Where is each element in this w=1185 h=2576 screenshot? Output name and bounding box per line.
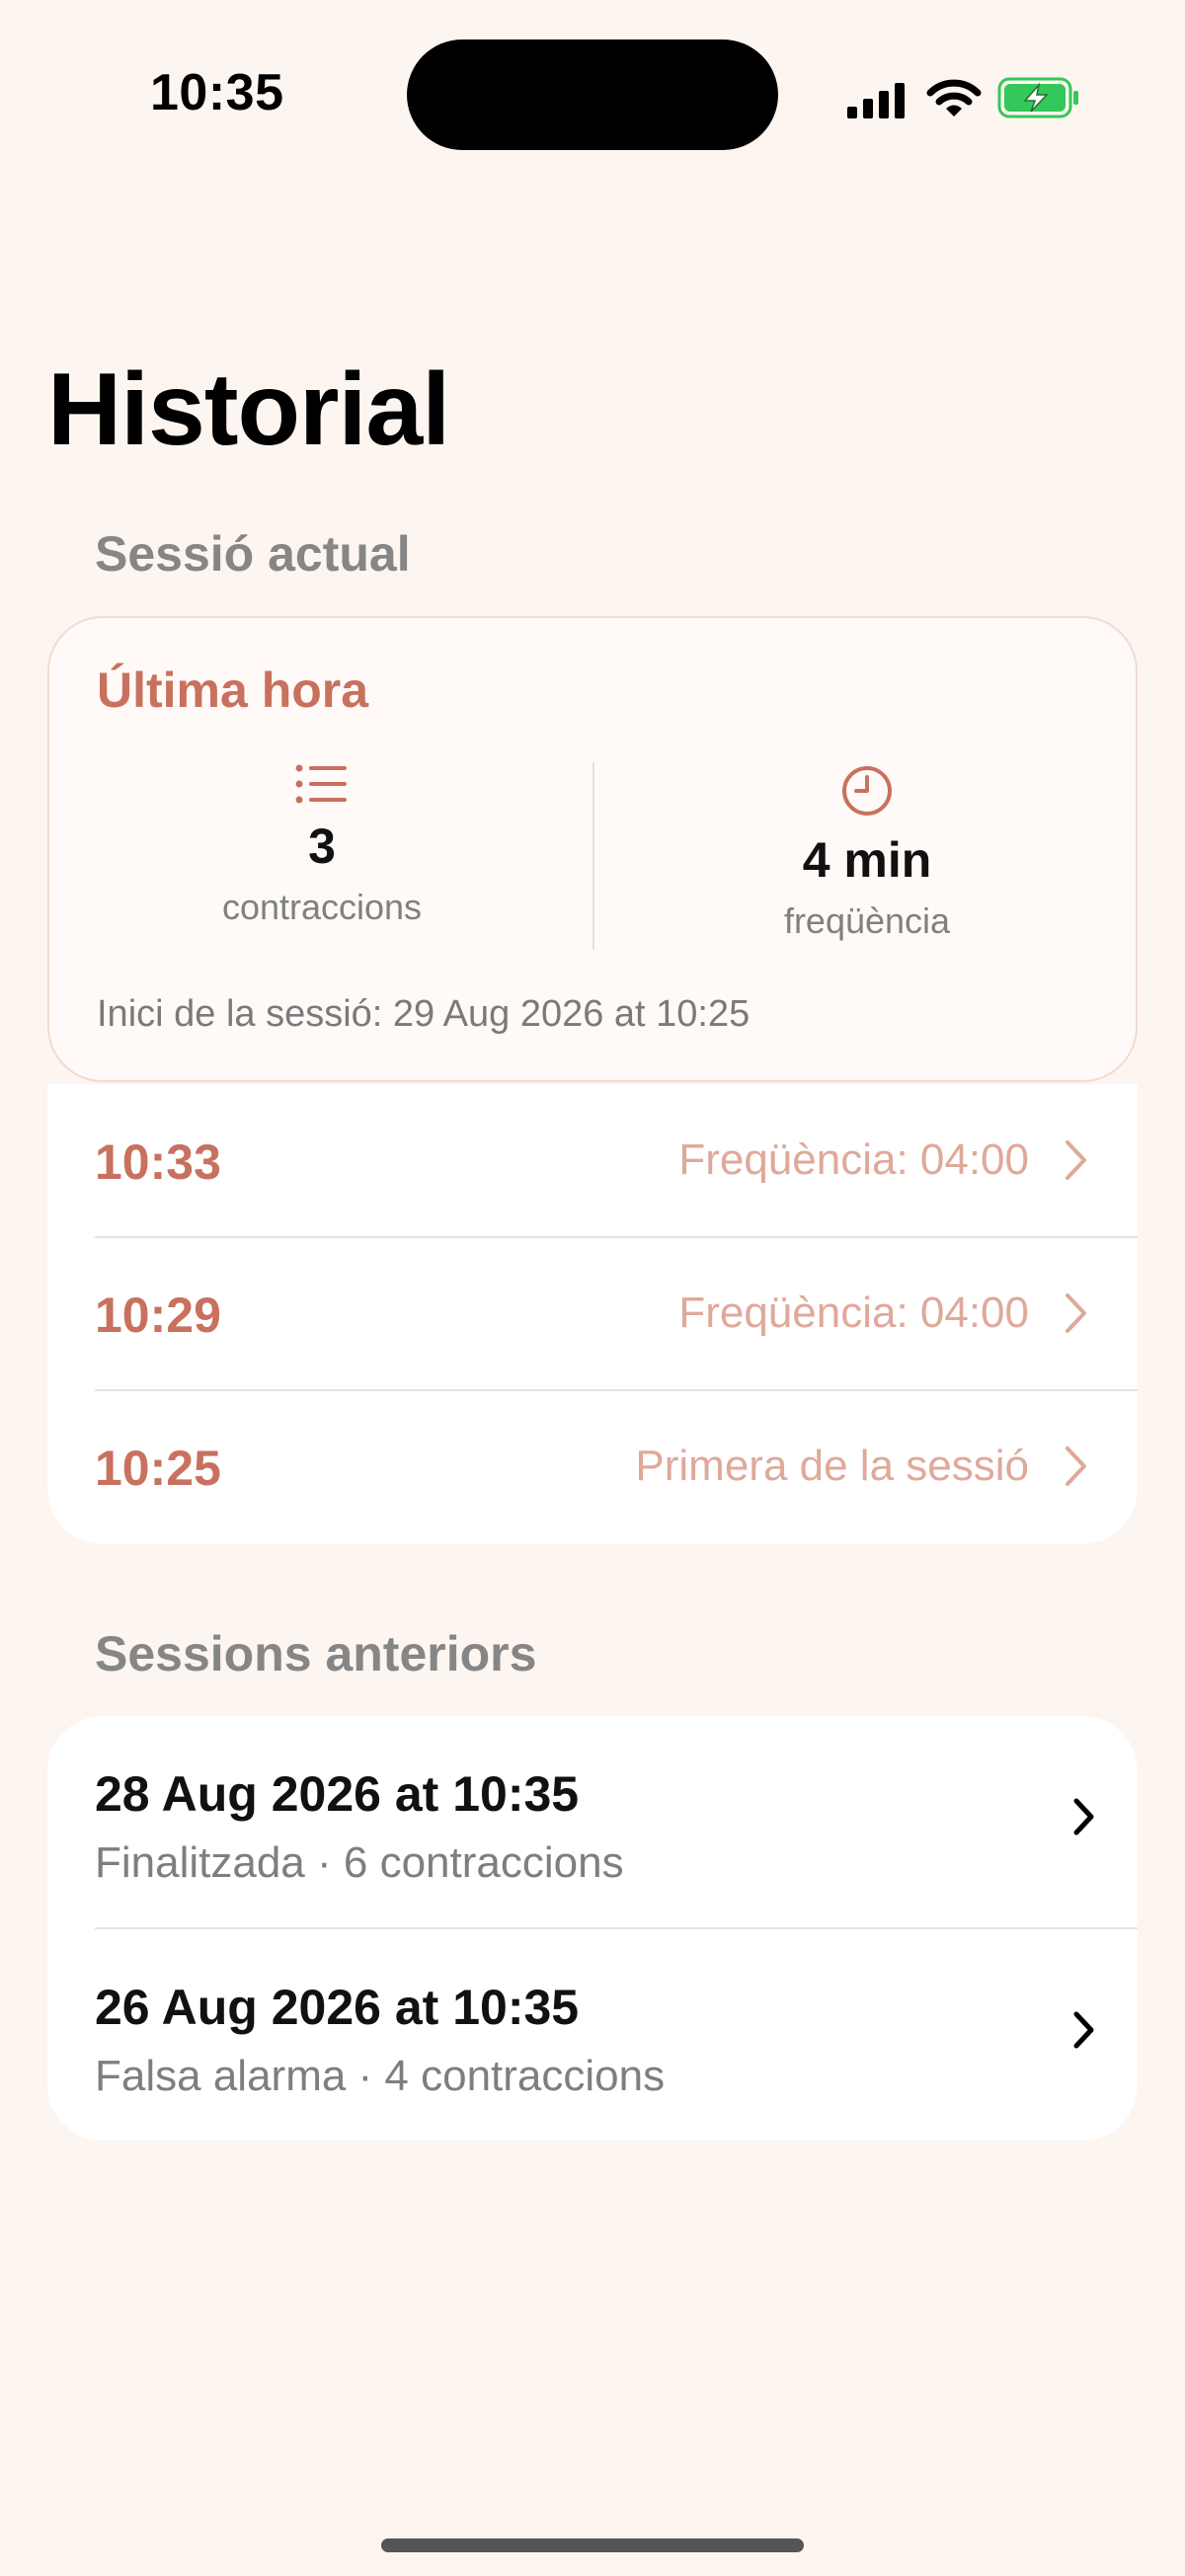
- section-label-previous-sessions: Sessions anteriors: [95, 1626, 537, 1681]
- battery-charging-icon: [997, 77, 1078, 118]
- cellular-signal-icon: [847, 83, 905, 118]
- contraction-detail: Freqüència: 04:00: [678, 1288, 1029, 1337]
- contraction-time: 10:25: [95, 1441, 221, 1496]
- previous-session-row[interactable]: 28 Aug 2026 at 10:35 Finalitzada · 6 con…: [47, 1716, 1138, 1928]
- stat-label-contractions: contraccions: [221, 887, 423, 927]
- previous-session-subtitle: Falsa alarma · 4 contraccions: [95, 2052, 666, 2100]
- chevron-right-icon: [1073, 2011, 1094, 2049]
- summary-card: Última hora 3 contraccions 4 min freqüèn…: [47, 616, 1138, 1082]
- dynamic-island: [407, 39, 778, 150]
- chevron-right-icon: [1066, 1293, 1086, 1333]
- contraction-time: 10:29: [95, 1288, 221, 1343]
- contractions-list: 10:33 Freqüència: 04:00 10:29 Freqüència…: [47, 1084, 1138, 1544]
- contraction-time: 10:33: [95, 1134, 221, 1190]
- stat-label-frequency: freqüència: [783, 900, 951, 941]
- previous-sessions-list: 28 Aug 2026 at 10:35 Finalitzada · 6 con…: [47, 1716, 1138, 2141]
- previous-session-title: 28 Aug 2026 at 10:35: [95, 1766, 580, 1822]
- clock-icon: [842, 766, 892, 816]
- contraction-detail: Freqüència: 04:00: [678, 1135, 1029, 1184]
- stat-value-contractions: 3: [308, 819, 336, 874]
- contraction-row[interactable]: 10:25 Primera de la sessió: [47, 1390, 1138, 1543]
- chevron-right-icon: [1066, 1140, 1086, 1180]
- chevron-right-icon: [1066, 1446, 1086, 1486]
- stat-divider: [592, 762, 594, 950]
- stat-contractions: 3 contraccions: [65, 764, 579, 928]
- wifi-icon: [926, 79, 982, 117]
- section-label-current-session: Sessió actual: [95, 526, 411, 582]
- chevron-right-icon: [1073, 1798, 1094, 1835]
- status-bar: 10:35: [0, 0, 1185, 197]
- stat-frequency: 4 min freqüència: [610, 764, 1124, 942]
- session-start-text: Inici de la sessió: 29 Aug 2026 at 10:25: [97, 993, 750, 1035]
- page-title: Historial: [47, 352, 450, 467]
- home-indicator[interactable]: [381, 2538, 804, 2552]
- list-icon: [295, 764, 347, 804]
- status-time: 10:35: [150, 64, 284, 121]
- contraction-detail: Primera de la sessió: [635, 1442, 1029, 1490]
- previous-session-row[interactable]: 26 Aug 2026 at 10:35 Falsa alarma · 4 co…: [47, 1929, 1138, 2142]
- stat-value-frequency: 4 min: [802, 832, 932, 888]
- summary-card-title: Última hora: [97, 663, 369, 718]
- previous-session-title: 26 Aug 2026 at 10:35: [95, 1980, 580, 2035]
- contraction-row[interactable]: 10:29 Freqüència: 04:00: [47, 1237, 1138, 1390]
- contraction-row[interactable]: 10:33 Freqüència: 04:00: [47, 1084, 1138, 1237]
- previous-session-subtitle: Finalitzada · 6 contraccions: [95, 1838, 624, 1887]
